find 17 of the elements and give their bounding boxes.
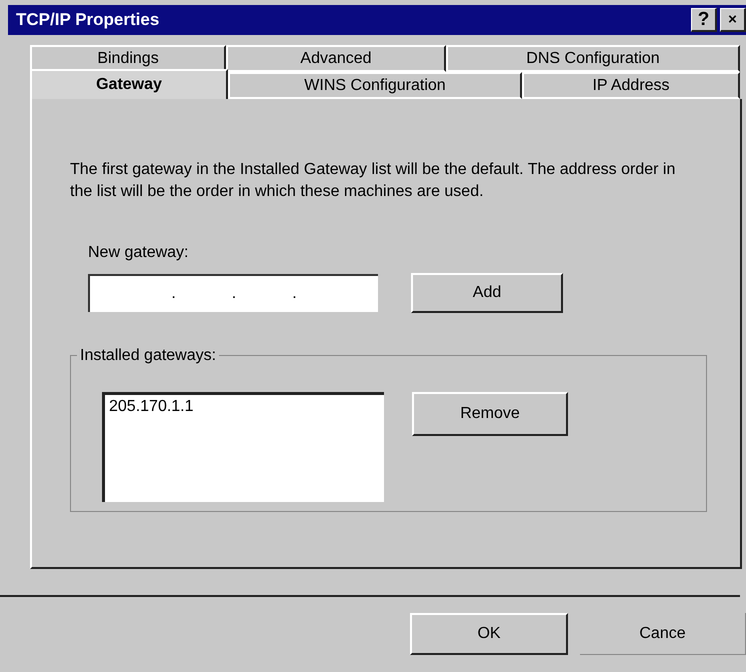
tab[interactable]: Advanced	[226, 45, 446, 72]
close-button[interactable]: ×	[720, 8, 746, 32]
list-item[interactable]: 205.170.1.1	[109, 395, 380, 419]
tab[interactable]: DNS Configuration	[446, 45, 740, 72]
window-title: TCP/IP Properties	[16, 9, 160, 32]
tab[interactable]: WINS Configuration	[228, 72, 522, 99]
tab[interactable]: IP Address	[522, 72, 740, 99]
tab[interactable]: Gateway	[30, 69, 228, 99]
remove-button[interactable]: Remove	[412, 392, 568, 436]
description-text: The first gateway in the Installed Gateway list will be the default. The address order in the list will be the order in which these machines are used.	[70, 160, 676, 202]
ok-button[interactable]: OK	[410, 613, 568, 655]
ip-address-field[interactable]: . . .	[88, 274, 378, 312]
gateway-list[interactable]: 205.170.1.1	[102, 392, 384, 502]
help-button[interactable]: ?	[691, 8, 717, 32]
cancel-button[interactable]: Cance	[580, 613, 746, 655]
field-label: New gateway:	[88, 243, 190, 263]
add-button[interactable]: Add	[411, 273, 563, 313]
